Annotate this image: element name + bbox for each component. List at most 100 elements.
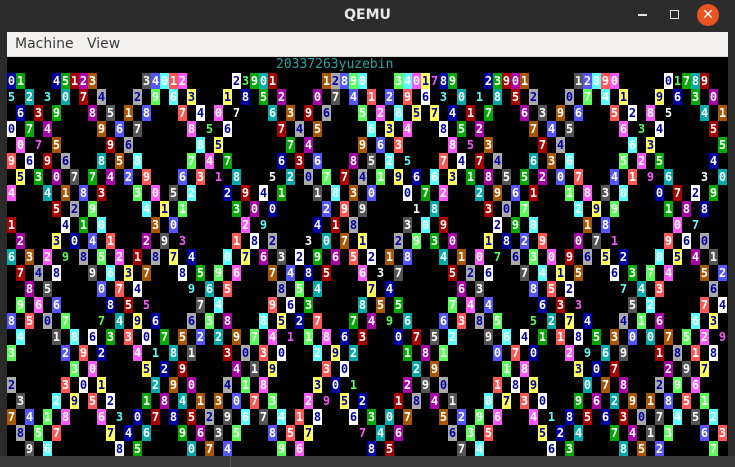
- screen-cell: 3: [520, 393, 529, 409]
- screen-cell: 3: [385, 121, 394, 137]
- screen-cell: 0: [79, 377, 88, 393]
- screen-cell: 0: [646, 329, 655, 345]
- menu-machine[interactable]: Machine: [15, 32, 74, 56]
- screen-cell: 6: [628, 137, 637, 153]
- screen-cell: 1: [475, 89, 484, 105]
- screen-cell: 6: [268, 105, 277, 121]
- screen-cell: 4: [16, 329, 25, 345]
- screen-cell: 5: [133, 441, 142, 456]
- screen-cell: 9: [214, 265, 223, 281]
- screen-cell: 1: [718, 105, 727, 121]
- screen-cell: 5: [718, 137, 727, 153]
- menu-bar: Machine View: [7, 32, 728, 57]
- screen-cell: 0: [556, 169, 565, 185]
- screen-cell: 5: [223, 281, 232, 297]
- screen-cell: 5: [655, 153, 664, 169]
- screen-cell: 0: [7, 73, 16, 89]
- screen-cell: 1: [214, 169, 223, 185]
- screen-cell: 0: [529, 345, 538, 361]
- screen-cell: 6: [547, 441, 556, 456]
- screen-cell: 2: [124, 169, 133, 185]
- screen-cell: 1: [448, 393, 457, 409]
- screen-cell: 1: [556, 265, 565, 281]
- screen-cell: 6: [52, 297, 61, 313]
- screen-cell: 4: [313, 217, 322, 233]
- screen-cell: 9: [358, 137, 367, 153]
- screen-cell: 7: [151, 409, 160, 425]
- screen-cell: 3: [196, 169, 205, 185]
- screen-cell: 3: [493, 73, 502, 89]
- screen-cell: 3: [718, 425, 727, 441]
- screen-cell: 1: [556, 329, 565, 345]
- screen-cell: 0: [412, 73, 421, 89]
- screen-cell: 0: [313, 89, 322, 105]
- screen-cell: 2: [466, 265, 475, 281]
- screen-cell: 9: [583, 345, 592, 361]
- screen-cell: 3: [394, 73, 403, 89]
- screen-cell: 7: [538, 137, 547, 153]
- screen-cell: 5: [187, 409, 196, 425]
- screen-cell: 9: [313, 249, 322, 265]
- screen-cell: 6: [7, 249, 16, 265]
- screen-cell: 7: [106, 425, 115, 441]
- screen-cell: 1: [664, 201, 673, 217]
- screen-cell: 4: [709, 153, 718, 169]
- screen-cell: 3: [394, 137, 403, 153]
- screen-cell: 2: [619, 249, 628, 265]
- screen-cell: 2: [70, 201, 79, 217]
- screen-cell: 8: [268, 425, 277, 441]
- screen-cell: 6: [412, 169, 421, 185]
- screen-cell: 0: [385, 409, 394, 425]
- screen-cell: 5: [637, 441, 646, 456]
- screen-cell: 9: [529, 377, 538, 393]
- screen-cell: 2: [412, 361, 421, 377]
- screen-cell: 7: [475, 153, 484, 169]
- screen-cell: 0: [52, 169, 61, 185]
- screen-cell: 8: [25, 281, 34, 297]
- maximize-icon[interactable]: [664, 4, 686, 26]
- screen-cell: 1: [673, 73, 682, 89]
- close-icon[interactable]: ✕: [697, 4, 719, 26]
- screen-cell: 0: [223, 249, 232, 265]
- screen-cell: 3: [178, 233, 187, 249]
- screen-cell: 5: [313, 121, 322, 137]
- screen-cell: 3: [223, 345, 232, 361]
- screen-cell: 8: [367, 441, 376, 456]
- screen-cell: 0: [187, 441, 196, 456]
- screen-cell: 6: [439, 313, 448, 329]
- screen-cell: 5: [448, 265, 457, 281]
- divider: [230, 456, 231, 467]
- screen-cell: 8: [529, 217, 538, 233]
- menu-view[interactable]: View: [87, 32, 120, 56]
- screen-cell: 4: [601, 89, 610, 105]
- screen-cell: 3: [286, 105, 295, 121]
- screen-cell: 4: [223, 377, 232, 393]
- screen-cell: 6: [673, 89, 682, 105]
- minimize-icon[interactable]: [632, 4, 654, 26]
- vm-display[interactable]: 20337263yuzebin 012345678901234567890123…: [7, 57, 728, 456]
- screen-cell: 6: [664, 169, 673, 185]
- screen-cell: 3: [628, 265, 637, 281]
- screen-cell: 1: [70, 73, 79, 89]
- screen-cell: 6: [430, 169, 439, 185]
- screen-cell: 5: [493, 313, 502, 329]
- screen-cell: 6: [583, 249, 592, 265]
- screen-cell: 7: [313, 313, 322, 329]
- screen-cell: 8: [250, 233, 259, 249]
- screen-cell: 8: [349, 153, 358, 169]
- window-title: QEMU: [344, 7, 391, 23]
- screen-cell: 5: [529, 313, 538, 329]
- screen-cell: 2: [205, 409, 214, 425]
- screen-cell: 7: [610, 425, 619, 441]
- screen-cell: 5: [61, 73, 70, 89]
- screen-cell: 9: [241, 185, 250, 201]
- screen-cell: 7: [565, 313, 574, 329]
- screen-cell: 6: [106, 265, 115, 281]
- screen-cell: 1: [547, 409, 556, 425]
- screen-cell: 9: [403, 89, 412, 105]
- screen-cell: 3: [484, 201, 493, 217]
- screen-cell: 4: [124, 425, 133, 441]
- screen-cell: 5: [601, 249, 610, 265]
- screen-cell: 6: [169, 89, 178, 105]
- screen-cell: 8: [241, 89, 250, 105]
